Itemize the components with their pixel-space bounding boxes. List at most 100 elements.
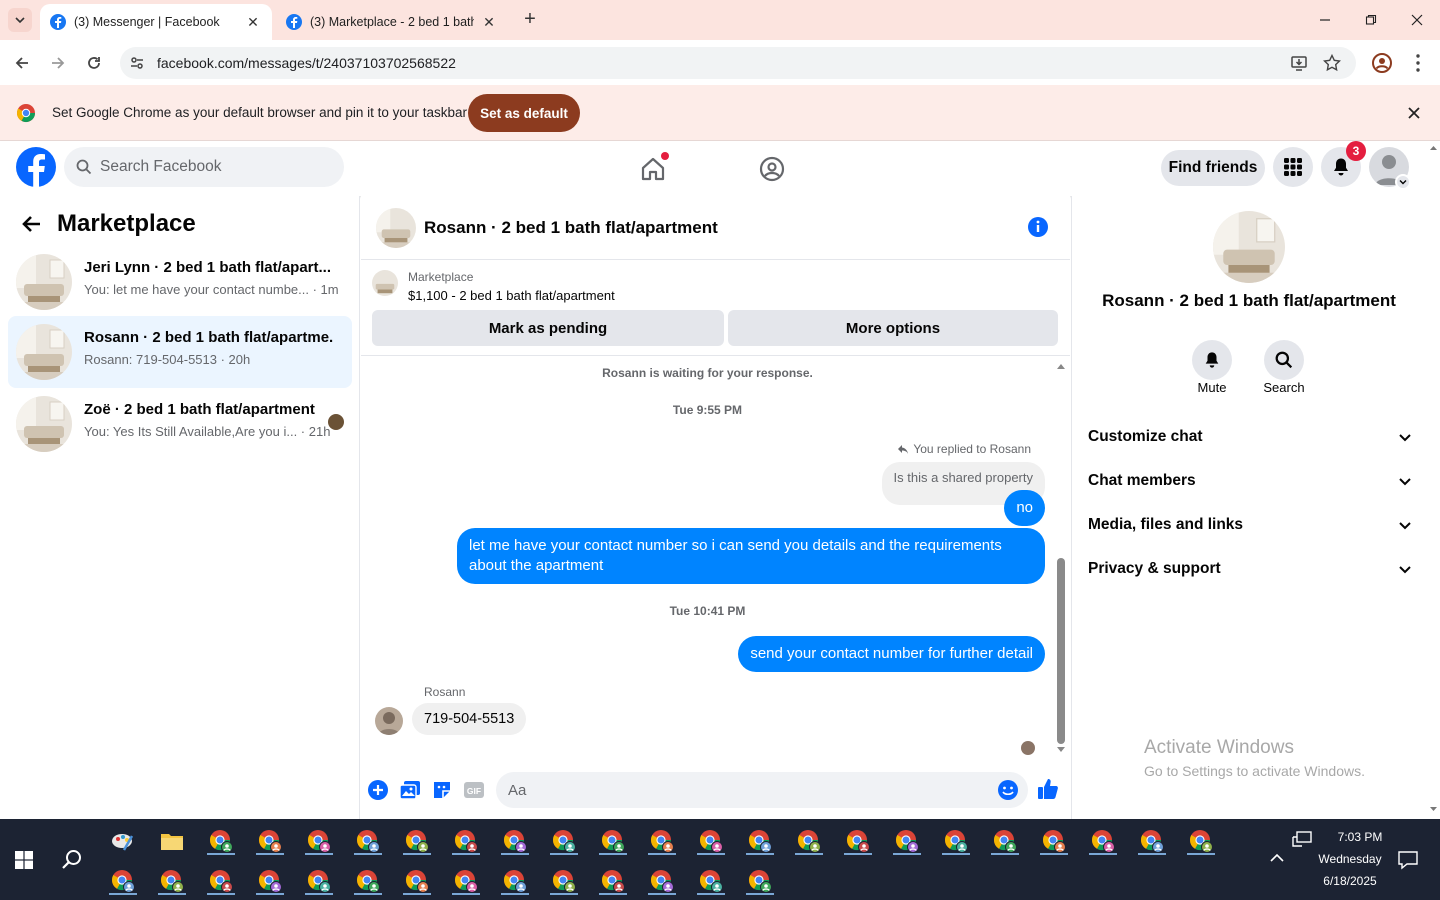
photo-icon[interactable]: [399, 779, 421, 801]
more-options-button[interactable]: More options: [728, 310, 1058, 346]
conversation-item-zoe[interactable]: Zoë · 2 bed 1 bath flat/apartment You: Y…: [8, 388, 352, 460]
chrome-taskbar-button[interactable]: [301, 825, 337, 857]
bookmark-star-icon[interactable]: [1323, 54, 1341, 72]
chrome-taskbar-button[interactable]: [154, 865, 190, 897]
scroll-up-icon[interactable]: [1429, 144, 1438, 151]
search-icon[interactable]: [61, 848, 83, 870]
privacy-support-section[interactable]: Privacy & support: [1088, 554, 1412, 584]
close-tab-icon[interactable]: ✕: [480, 14, 498, 31]
address-bar[interactable]: facebook.com/messages/t/2403710370256852…: [120, 47, 1356, 79]
sender-avatar[interactable]: [375, 707, 403, 735]
forward-button[interactable]: [45, 50, 71, 76]
like-thumb-icon[interactable]: [1036, 777, 1060, 801]
message-bubble-outgoing[interactable]: send your contact number for further det…: [738, 636, 1045, 672]
tab-marketplace[interactable]: (3) Marketplace - 2 bed 1 bath f ✕: [276, 4, 508, 40]
chrome-taskbar-button[interactable]: [448, 825, 484, 857]
conversation-item-jeri-lynn[interactable]: Jeri Lynn · 2 bed 1 bath flat/apart... Y…: [8, 246, 352, 318]
chrome-taskbar-button[interactable]: [252, 825, 288, 857]
message-bubble-outgoing[interactable]: no: [1004, 490, 1045, 526]
notification-center-icon[interactable]: [1398, 850, 1418, 870]
windows-start-icon[interactable]: [15, 851, 33, 869]
back-button[interactable]: [9, 50, 35, 76]
chrome-taskbar-button[interactable]: [1085, 825, 1121, 857]
search-conversation-button[interactable]: [1264, 340, 1304, 380]
profile-icon[interactable]: [1371, 52, 1393, 74]
clock-day[interactable]: Wednesday: [1300, 852, 1400, 866]
chrome-taskbar-button[interactable]: [644, 865, 680, 897]
listing-summary[interactable]: $1,100 - 2 bed 1 bath flat/apartment: [408, 288, 615, 303]
details-avatar[interactable]: [1213, 211, 1285, 283]
reload-button[interactable]: [81, 50, 107, 76]
maximize-button[interactable]: [1348, 0, 1394, 40]
file-explorer-taskbar-button[interactable]: [154, 825, 190, 857]
chrome-taskbar-button[interactable]: [938, 825, 974, 857]
chat-title[interactable]: Rosann · 2 bed 1 bath flat/apartment: [424, 218, 718, 238]
network-icon[interactable]: [1292, 831, 1312, 847]
emoji-icon[interactable]: [997, 779, 1019, 801]
facebook-search-input[interactable]: Search Facebook: [64, 147, 344, 187]
chrome-taskbar-button[interactable]: [350, 825, 386, 857]
chrome-taskbar-button[interactable]: [350, 865, 386, 897]
find-friends-button[interactable]: Find friends: [1161, 150, 1265, 186]
chrome-taskbar-button[interactable]: [301, 865, 337, 897]
message-bubble-incoming[interactable]: 719-504-5513: [412, 703, 527, 735]
chrome-taskbar-button[interactable]: [791, 825, 827, 857]
tab-messenger[interactable]: (3) Messenger | Facebook ✕: [40, 4, 272, 40]
new-tab-button[interactable]: +: [520, 9, 540, 30]
chrome-taskbar-button[interactable]: [448, 865, 484, 897]
account-menu-chevron[interactable]: [1395, 174, 1411, 190]
clock-date[interactable]: 6/18/2025: [1300, 874, 1400, 888]
chrome-taskbar-button[interactable]: [1183, 825, 1219, 857]
close-icon[interactable]: [1407, 106, 1421, 120]
chrome-taskbar-button[interactable]: [546, 825, 582, 857]
plus-icon[interactable]: [367, 779, 389, 801]
customize-chat-section[interactable]: Customize chat: [1088, 422, 1412, 452]
chevron-up-icon[interactable]: [1270, 853, 1284, 863]
info-icon[interactable]: [1027, 216, 1049, 238]
mark-as-pending-button[interactable]: Mark as pending: [372, 310, 724, 346]
back-arrow-icon[interactable]: [22, 214, 42, 234]
chrome-taskbar-button[interactable]: [595, 865, 631, 897]
conversation-item-rosann[interactable]: Rosann · 2 bed 1 bath flat/apartme... Ro…: [8, 316, 352, 388]
chrome-taskbar-button[interactable]: [1036, 825, 1072, 857]
sticker-icon[interactable]: [431, 779, 453, 801]
chrome-taskbar-button[interactable]: [252, 865, 288, 897]
chrome-taskbar-button[interactable]: [693, 825, 729, 857]
install-app-icon[interactable]: [1290, 54, 1308, 72]
paint-taskbar-button[interactable]: [105, 825, 141, 857]
chrome-taskbar-button[interactable]: [497, 825, 533, 857]
chrome-taskbar-button[interactable]: [399, 825, 435, 857]
close-window-button[interactable]: [1394, 0, 1440, 40]
chrome-taskbar-button[interactable]: [203, 825, 239, 857]
close-tab-icon[interactable]: ✕: [244, 14, 262, 31]
chrome-taskbar-button[interactable]: [399, 865, 435, 897]
clock-time[interactable]: 7:03 PM: [1310, 830, 1410, 844]
chrome-taskbar-button[interactable]: [546, 865, 582, 897]
chat-scrollbar[interactable]: [1056, 362, 1066, 754]
chrome-taskbar-button[interactable]: [840, 825, 876, 857]
scroll-up-icon[interactable]: [1056, 362, 1066, 370]
chrome-taskbar-button[interactable]: [1134, 825, 1170, 857]
chrome-taskbar-button[interactable]: [889, 825, 925, 857]
message-bubble-outgoing[interactable]: let me have your contact number so i can…: [457, 528, 1045, 584]
site-settings-icon[interactable]: [129, 55, 145, 71]
chrome-taskbar-button[interactable]: [203, 865, 239, 897]
scroll-down-icon[interactable]: [1429, 806, 1438, 813]
scrollbar-thumb[interactable]: [1057, 558, 1065, 744]
notifications-button[interactable]: 3: [1321, 141, 1366, 187]
chrome-taskbar-button[interactable]: [105, 865, 141, 897]
mute-button[interactable]: [1192, 340, 1232, 380]
minimize-button[interactable]: [1302, 0, 1348, 40]
home-nav-button[interactable]: [633, 149, 673, 189]
gif-icon[interactable]: GIF: [463, 779, 485, 801]
menu-button[interactable]: [1273, 147, 1313, 187]
chrome-taskbar-button[interactable]: [742, 825, 778, 857]
chrome-taskbar-button[interactable]: [644, 825, 680, 857]
chrome-taskbar-button[interactable]: [742, 865, 778, 897]
profile-nav-button[interactable]: [752, 149, 792, 189]
message-input[interactable]: Aa: [496, 772, 1028, 808]
scroll-down-icon[interactable]: [1056, 746, 1066, 754]
tab-search-button[interactable]: [8, 8, 32, 32]
more-menu-icon[interactable]: [1409, 52, 1427, 74]
media-files-links-section[interactable]: Media, files and links: [1088, 510, 1412, 540]
